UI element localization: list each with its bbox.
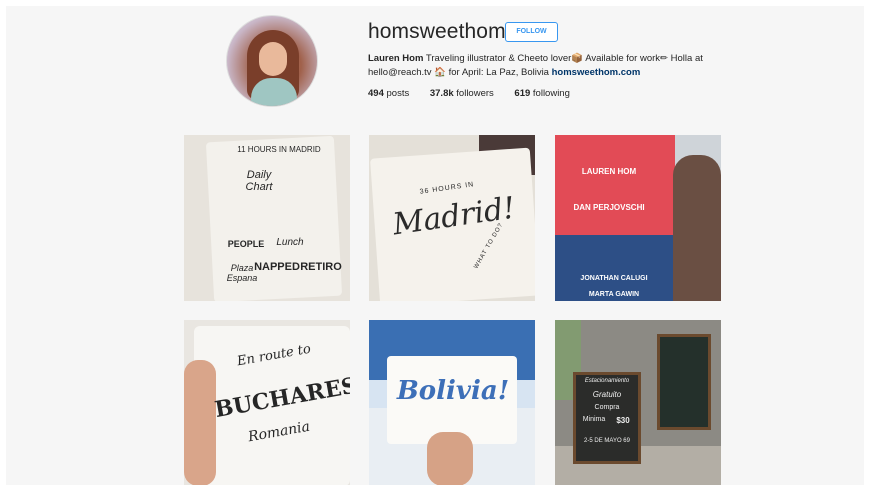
username: homsweethom: [368, 20, 506, 43]
madrid-sketchbook-post[interactable]: 11 HOURS IN MADRID Daily Chart PEOPLE Lu…: [184, 135, 350, 301]
following-count[interactable]: 619 following: [514, 88, 569, 99]
bucharest-lettering-post[interactable]: En route to BUCHAREST Romania: [184, 320, 350, 485]
website-link[interactable]: homsweethom.com: [552, 67, 641, 78]
bio-name: Lauren Hom: [368, 53, 424, 64]
followers-count[interactable]: 37.8k followers: [430, 88, 494, 99]
cheeto-emoji-icon: 📦: [571, 53, 584, 64]
chalkboard-signs-post[interactable]: Estacionamiento Gratuito Compra Minima $…: [555, 320, 721, 485]
profile-stats: 494 posts 37.8k followers 619 following: [368, 88, 588, 99]
event-poster-post[interactable]: LAUREN HOM DAN PERJOVSCHI JONATHAN CALUG…: [555, 135, 721, 301]
posts-count: 494 posts: [368, 88, 410, 99]
house-emoji-icon: 🏠: [434, 67, 446, 78]
madrid-lettering-post[interactable]: 36 HOURS IN Madrid! WHAT TO DO?: [369, 135, 535, 301]
follow-button[interactable]: FOLLOW: [505, 22, 558, 42]
profile-bio: Lauren Hom Traveling illustrator & Cheet…: [368, 53, 703, 78]
pencil-emoji-icon: ✏: [660, 53, 669, 64]
bolivia-lettering-post[interactable]: Bolivia!: [369, 320, 535, 485]
profile-avatar[interactable]: [226, 15, 318, 107]
profile-page: homsweethom FOLLOW Lauren Hom Traveling …: [6, 6, 864, 485]
